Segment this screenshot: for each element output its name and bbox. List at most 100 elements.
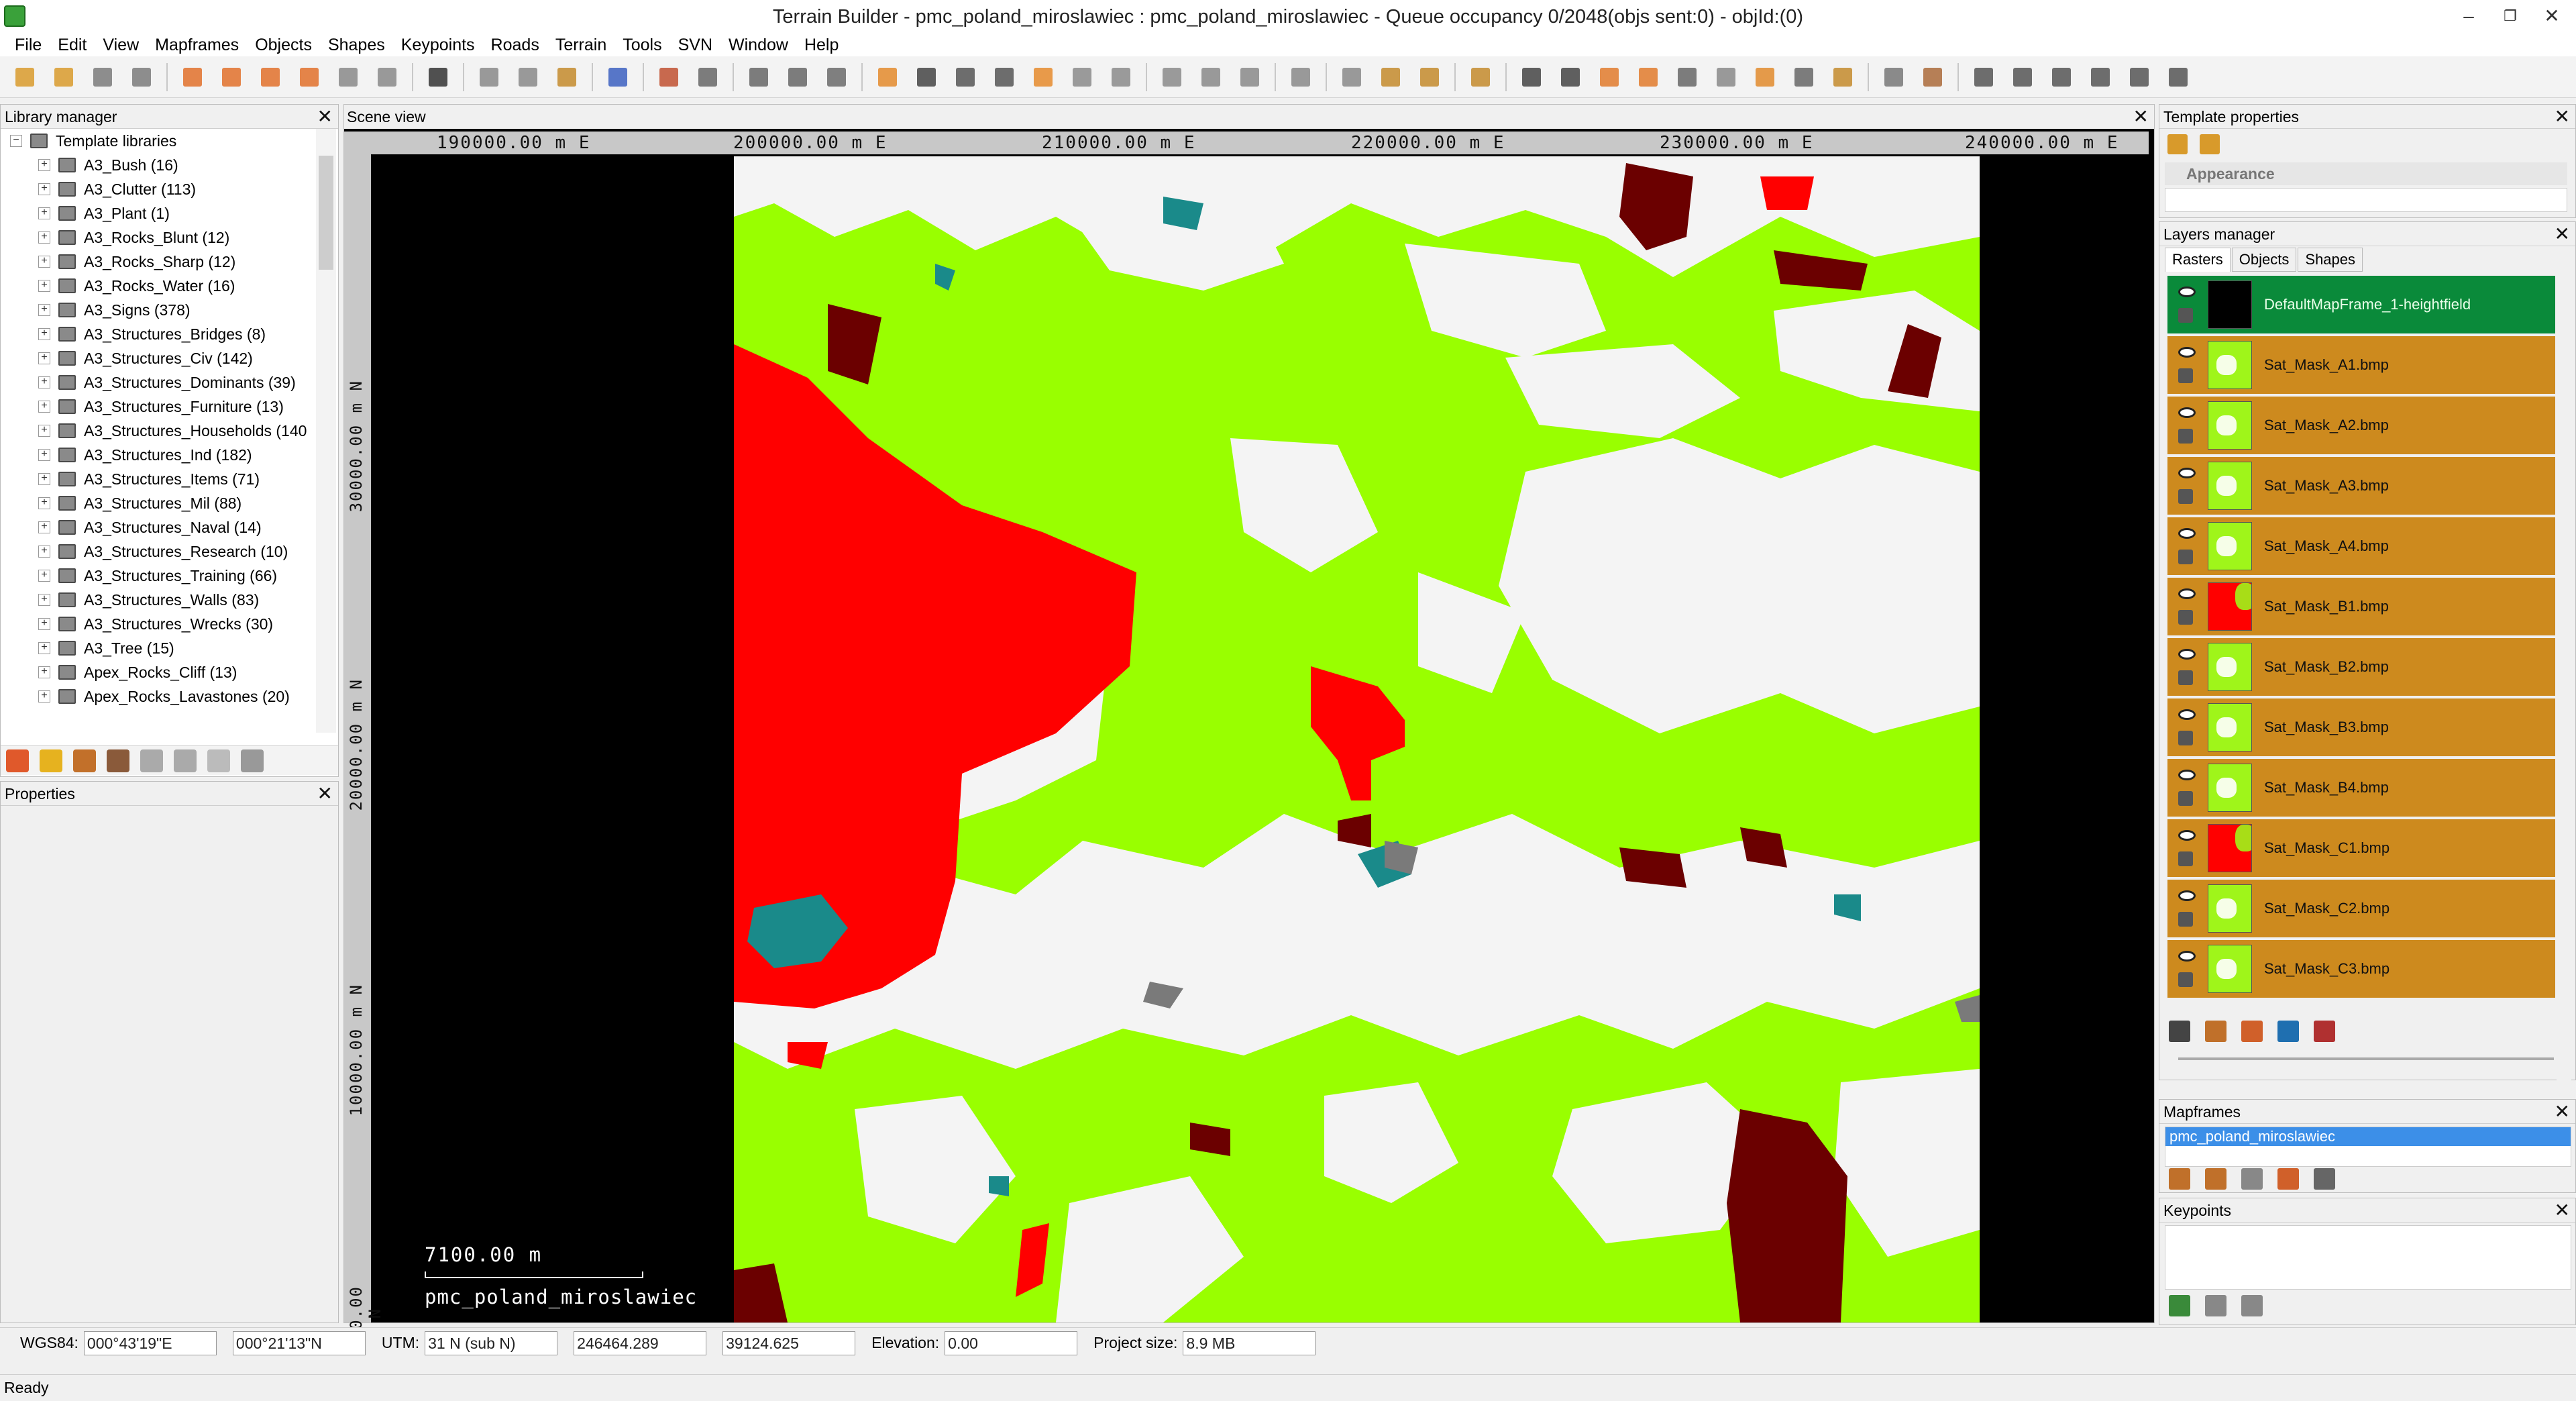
- expand-icon[interactable]: +: [38, 425, 50, 437]
- layer-visibility-icon[interactable]: [2178, 709, 2198, 745]
- layer-row[interactable]: Sat_Mask_A1.bmp: [2167, 336, 2555, 394]
- minimize-button[interactable]: –: [2449, 3, 2489, 30]
- toolbar-button-icon[interactable]: [87, 62, 118, 93]
- layer-row[interactable]: DefaultMapFrame_1-heightfield: [2167, 276, 2555, 333]
- layer-visibility-icon[interactable]: [2178, 287, 2198, 323]
- show-all-icon[interactable]: [2277, 1021, 2299, 1042]
- toolbar-button-icon[interactable]: [372, 62, 402, 93]
- library-item[interactable]: + Apex_Rocks_Lavastones (20): [1, 684, 316, 709]
- mapframe-add-icon[interactable]: [2205, 1168, 2226, 1190]
- toolbar-button-icon[interactable]: [1375, 62, 1406, 93]
- mapframe-list[interactable]: pmc_poland_miroslawiec: [2165, 1127, 2571, 1167]
- library-item[interactable]: + A3_Tree (15): [1, 636, 316, 660]
- layer-row[interactable]: Sat_Mask_B2.bmp: [2167, 638, 2555, 696]
- library-scrollbar[interactable]: [316, 129, 336, 733]
- expand-icon[interactable]: +: [38, 690, 50, 703]
- menu-tools[interactable]: Tools: [614, 36, 669, 55]
- warning-icon[interactable]: [40, 749, 62, 772]
- menu-terrain[interactable]: Terrain: [547, 36, 614, 55]
- expand-icon[interactable]: +: [38, 642, 50, 654]
- toolbar-button-icon[interactable]: [1968, 62, 1999, 93]
- tab-objects[interactable]: Objects: [2231, 248, 2297, 272]
- toolbar-button-icon[interactable]: [1878, 62, 1909, 93]
- keypoint-list[interactable]: [2165, 1225, 2571, 1290]
- menu-roads[interactable]: Roads: [483, 36, 547, 55]
- project-size-field[interactable]: 8.9 MB: [1183, 1331, 1316, 1355]
- menu-keypoints[interactable]: Keypoints: [393, 36, 483, 55]
- layer-row[interactable]: Sat_Mask_A4.bmp: [2167, 517, 2555, 575]
- library-item[interactable]: + A3_Structures_Research (10): [1, 539, 316, 564]
- edit-keypoint-icon[interactable]: [2205, 1295, 2226, 1316]
- toolbar-button-icon[interactable]: [2085, 62, 2116, 93]
- layer-visibility-icon[interactable]: [2178, 468, 2198, 504]
- toolbar-button-icon[interactable]: [474, 62, 504, 93]
- library-item[interactable]: + A3_Structures_Furniture (13): [1, 395, 316, 419]
- library-item[interactable]: + A3_Structures_Dominants (39): [1, 370, 316, 395]
- layer-visibility-icon[interactable]: [2178, 407, 2198, 444]
- toolbar-button-icon[interactable]: [692, 62, 723, 93]
- menu-mapframes[interactable]: Mapframes: [147, 36, 247, 55]
- layer-scrollbar[interactable]: [2557, 276, 2571, 1235]
- elevation-field[interactable]: 0.00: [945, 1331, 1078, 1355]
- opacity-slider[interactable]: [2178, 1057, 2554, 1060]
- expand-icon[interactable]: +: [38, 618, 50, 630]
- mapframe-remove-icon[interactable]: [2241, 1168, 2263, 1190]
- menu-edit[interactable]: Edit: [50, 36, 95, 55]
- layer-row[interactable]: Sat_Mask_C3.bmp: [2167, 940, 2555, 998]
- close-layers-icon[interactable]: ✕: [2555, 222, 2570, 246]
- latitude-field[interactable]: 000°21'13"N: [232, 1331, 366, 1355]
- appearance-section[interactable]: Appearance: [2165, 162, 2567, 185]
- library-item[interactable]: + A3_Rocks_Water (16): [1, 274, 316, 298]
- menu-window[interactable]: Window: [720, 36, 796, 55]
- library-item[interactable]: + A3_Signs (378): [1, 298, 316, 322]
- longitude-field[interactable]: 000°43'19"E: [83, 1331, 217, 1355]
- toolbar-button-icon[interactable]: [950, 62, 981, 93]
- toolbar-button-icon[interactable]: [333, 62, 364, 93]
- library-item[interactable]: + A3_Structures_Training (66): [1, 564, 316, 588]
- import-icon[interactable]: [140, 749, 163, 772]
- expand-icon[interactable]: +: [38, 521, 50, 533]
- close-window-button[interactable]: ✕: [2532, 3, 2572, 30]
- layer-row[interactable]: Sat_Mask_C1.bmp: [2167, 819, 2555, 877]
- library-options-icon[interactable]: [107, 749, 129, 772]
- library-item[interactable]: + A3_Bush (16): [1, 153, 316, 177]
- toolbar-button-icon[interactable]: [1028, 62, 1059, 93]
- northing-field[interactable]: 39124.625: [722, 1331, 856, 1355]
- expand-icon[interactable]: +: [38, 280, 50, 292]
- layer-row[interactable]: Sat_Mask_B4.bmp: [2167, 759, 2555, 817]
- toolbar-button-icon[interactable]: [551, 62, 582, 93]
- library-item[interactable]: + A3_Structures_Civ (142): [1, 346, 316, 370]
- toolbar-button-icon[interactable]: [1195, 62, 1226, 93]
- close-scene-icon[interactable]: ✕: [2133, 105, 2149, 129]
- layer-row[interactable]: Sat_Mask_C2.bmp: [2167, 880, 2555, 937]
- expand-icon[interactable]: +: [38, 473, 50, 485]
- toolbar-button-icon[interactable]: [1750, 62, 1780, 93]
- export-icon[interactable]: [174, 749, 197, 772]
- library-item[interactable]: + A3_Rocks_Sharp (12): [1, 250, 316, 274]
- scroll-thumb[interactable]: [319, 156, 333, 270]
- menu-help[interactable]: Help: [796, 36, 847, 55]
- terrain-builder-app-icon[interactable]: [4, 5, 25, 27]
- library-item[interactable]: + A3_Plant (1): [1, 201, 316, 225]
- toolbar-button-icon[interactable]: [177, 62, 208, 93]
- library-item[interactable]: + A3_Structures_Items (71): [1, 467, 316, 491]
- collapse-icon[interactable]: −: [10, 135, 22, 147]
- expand-icon[interactable]: +: [38, 183, 50, 195]
- expand-icon[interactable]: +: [38, 449, 50, 461]
- menu-svn[interactable]: SVN: [670, 36, 720, 55]
- close-keypoints-icon[interactable]: ✕: [2555, 1198, 2570, 1223]
- template-library-tree[interactable]: − Template libraries + A3_Bush (16) + A3_Cl…: [1, 129, 316, 733]
- library-item[interactable]: + A3_Structures_Naval (14): [1, 515, 316, 539]
- close-library-icon[interactable]: ✕: [317, 105, 333, 129]
- mapframe-item[interactable]: pmc_poland_miroslawiec: [2165, 1127, 2571, 1146]
- add-library-icon[interactable]: [73, 749, 96, 772]
- toolbar-button-icon[interactable]: [1067, 62, 1097, 93]
- toolbar-button-icon[interactable]: [1788, 62, 1819, 93]
- library-item[interactable]: + Apex_Rocks_Cliff (13): [1, 660, 316, 684]
- lock-icon[interactable]: [2205, 1021, 2226, 1042]
- utm-zone-field[interactable]: 31 N (sub N): [425, 1331, 558, 1355]
- toolbar-button-icon[interactable]: [2163, 62, 2194, 93]
- library-item[interactable]: + A3_Structures_Households (140: [1, 419, 316, 443]
- library-item[interactable]: + A3_Structures_Mil (88): [1, 491, 316, 515]
- hide-all-icon[interactable]: [2314, 1021, 2335, 1042]
